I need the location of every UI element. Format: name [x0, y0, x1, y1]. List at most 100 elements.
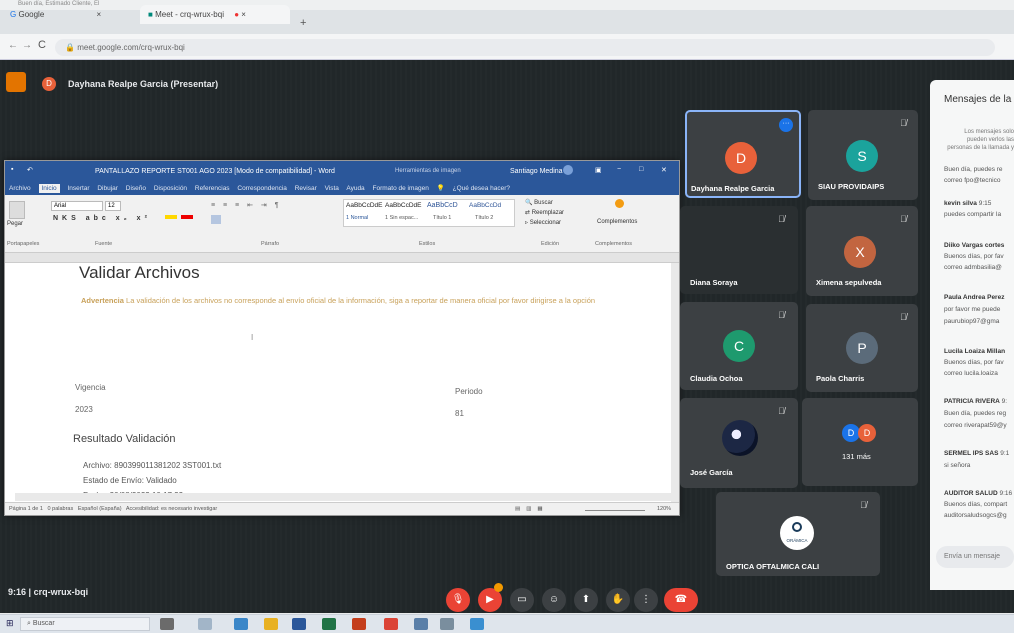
select-button[interactable]: ▹ Seleccionar	[525, 219, 561, 226]
taskbar-app-icon[interactable]	[160, 618, 174, 630]
format-buttons[interactable]: NKS abc x₂ x²	[53, 215, 151, 222]
group-label-editing: Edición	[541, 241, 560, 247]
tab-vista[interactable]: Vista	[325, 185, 339, 192]
windows-icon[interactable]: ⊞	[6, 618, 14, 629]
mic-off-icon: 🎙̸	[900, 214, 907, 224]
horizontal-scrollbar[interactable]	[15, 493, 671, 501]
camera-off-icon: ▶	[486, 594, 494, 605]
minimize-icon[interactable]: −	[617, 166, 621, 173]
replace-button[interactable]: ⇄ Reemplazar	[525, 209, 564, 216]
addins-button[interactable]: Complementos	[597, 219, 637, 225]
taskbar-app-icon[interactable]	[234, 618, 248, 630]
tab-insertar[interactable]: Insertar	[68, 185, 90, 192]
participant-tile-dayhana[interactable]: ··· D Dayhana Realpe Garcia	[685, 110, 801, 198]
font-color-icon[interactable]	[181, 215, 193, 219]
participant-tile-claudia[interactable]: 🎙̸ C Claudia Ochoa	[680, 302, 798, 390]
font-name-field[interactable]: Arial	[51, 201, 103, 211]
taskbar-chrome-icon[interactable]	[384, 618, 398, 630]
more-options-button[interactable]: ⋮	[634, 588, 658, 612]
close-icon[interactable]: ×	[241, 10, 246, 19]
tab-referencias[interactable]: Referencias	[195, 185, 230, 192]
url-field[interactable]: 🔒 meet.google.com/crq-wrux-bqi	[55, 39, 995, 56]
mic-toggle-button[interactable]: 🎙	[446, 588, 470, 612]
participant-tile-siau[interactable]: 🎙̸ S SIAU PROVIDAIPS	[808, 110, 918, 200]
tab-revisar[interactable]: Revisar	[295, 185, 317, 192]
new-tab-icon[interactable]: +	[300, 17, 306, 29]
profile-photo	[722, 420, 758, 456]
taskbar-app-icon[interactable]	[352, 618, 366, 630]
save-icon[interactable]: ▪	[11, 166, 13, 173]
participant-tile-optica[interactable]: 🎙̸ ORÁMICA OPTICA OFTALMICA CALI	[716, 492, 880, 576]
style-sample-titulo1[interactable]: AaBbCcD	[427, 202, 458, 209]
taskbar-excel-icon[interactable]	[322, 618, 336, 630]
meeting-time: 9:16	[8, 587, 27, 597]
raise-hand-button[interactable]: ✋	[606, 588, 630, 612]
taskbar-app-icon[interactable]	[264, 618, 278, 630]
style-sample-normal[interactable]: AaBbCcDdE	[346, 202, 383, 209]
close-icon[interactable]: ×	[97, 10, 102, 19]
tab-disposicion[interactable]: Disposición	[154, 185, 187, 192]
taskbar-app-icon[interactable]	[414, 618, 428, 630]
zoom-level[interactable]: 120%	[657, 506, 671, 512]
browser-tab-google[interactable]: G Google ×	[2, 5, 109, 24]
participant-tile-ximena[interactable]: 🎙̸ X Ximena sepulveda	[806, 206, 918, 296]
tab-formato-imagen[interactable]: Formato de imagen	[373, 185, 429, 192]
status-accessibility[interactable]: Accesibilidad: es necesario investigar	[126, 506, 217, 512]
participant-tile-jose[interactable]: 🎙̸ José García	[680, 398, 798, 488]
maximize-icon[interactable]: □	[639, 166, 643, 173]
google-icon: G	[10, 10, 17, 19]
tab-diseno[interactable]: Diseño	[126, 185, 146, 192]
back-icon[interactable]: ←	[8, 40, 18, 51]
tell-me[interactable]: ¿Qué desea hacer?	[453, 185, 510, 192]
tab-ayuda[interactable]: Ayuda	[346, 185, 364, 192]
addins-icon[interactable]	[615, 199, 624, 208]
browser-tab-meet[interactable]: ■ Meet - crq-wrux-bqi ● ×	[140, 5, 290, 24]
participant-tile-diana[interactable]: 🎙̸ Diana Soraya	[680, 206, 798, 294]
tab-dibujar[interactable]: Dibujar	[97, 185, 118, 192]
style-sample-sin-espacio[interactable]: AaBbCcDdE	[385, 202, 422, 209]
align-left-icon[interactable]	[211, 215, 221, 224]
chat-message: paurubiop97@gma	[944, 318, 1000, 325]
reload-icon[interactable]: C	[38, 39, 46, 51]
taskbar-app-icon[interactable]	[440, 618, 454, 630]
zoom-slider[interactable]	[585, 510, 645, 511]
captions-button[interactable]: ▭	[510, 588, 534, 612]
taskbar-word-icon[interactable]	[292, 618, 306, 630]
list-buttons[interactable]: ≡ ≡ ≡ ⇤ ⇥ ¶	[211, 201, 281, 209]
highlight-icon[interactable]	[165, 215, 177, 219]
participant-tile-paola[interactable]: 🎙̸ P Paola Charris	[806, 304, 918, 392]
font-size-field[interactable]: 12	[105, 201, 121, 211]
tab-inicio[interactable]: Inicio	[38, 184, 60, 193]
chat-message: PATRICIA RIVERA 9:	[944, 398, 1008, 405]
taskbar-app-icon[interactable]	[470, 618, 484, 630]
group-label-font: Fuente	[95, 241, 113, 247]
style-name-titulo2: Título 2	[475, 215, 494, 221]
tab-correspondencia[interactable]: Correspondencia	[237, 185, 287, 192]
participant-name: Dayhana Realpe Garcia	[691, 184, 775, 193]
window-close-icon[interactable]: ✕	[661, 166, 667, 174]
find-button[interactable]: 🔍 Buscar	[525, 199, 553, 206]
forward-icon[interactable]: →	[22, 40, 32, 51]
chat-message: AUDITOR SALUD 9:16	[944, 490, 1013, 497]
participant-tile-more[interactable]: D D 131 más	[802, 398, 918, 486]
ribbon-display-icon[interactable]: ▣	[595, 166, 602, 174]
view-buttons[interactable]: ▤▥▦	[515, 506, 549, 512]
participant-name: OPTICA OFTALMICA CALI	[726, 562, 820, 571]
chat-input[interactable]: Envía un mensaje	[936, 546, 1014, 568]
paste-icon[interactable]	[9, 201, 25, 219]
presentation-icon[interactable]	[6, 72, 26, 92]
undo-icon[interactable]: ↶	[27, 166, 33, 174]
status-language[interactable]: Español (España)	[78, 506, 122, 512]
vertical-scrollbar[interactable]	[671, 263, 679, 502]
more-options-icon[interactable]: ···	[779, 118, 793, 132]
taskbar-app-icon[interactable]	[198, 618, 212, 630]
vigencia-label: Vigencia	[75, 383, 106, 392]
present-button[interactable]: ⬆	[574, 588, 598, 612]
emoji-icon: ☺	[548, 594, 560, 605]
emoji-button[interactable]: ☺	[542, 588, 566, 612]
leave-call-button[interactable]: ☎	[664, 588, 698, 612]
lock-icon: 🔒	[65, 43, 75, 52]
tab-archivo[interactable]: Archivo	[9, 185, 31, 192]
style-sample-titulo2[interactable]: AaBbCcDd	[469, 202, 501, 209]
taskbar-search[interactable]: ⌕ Buscar	[20, 617, 150, 631]
